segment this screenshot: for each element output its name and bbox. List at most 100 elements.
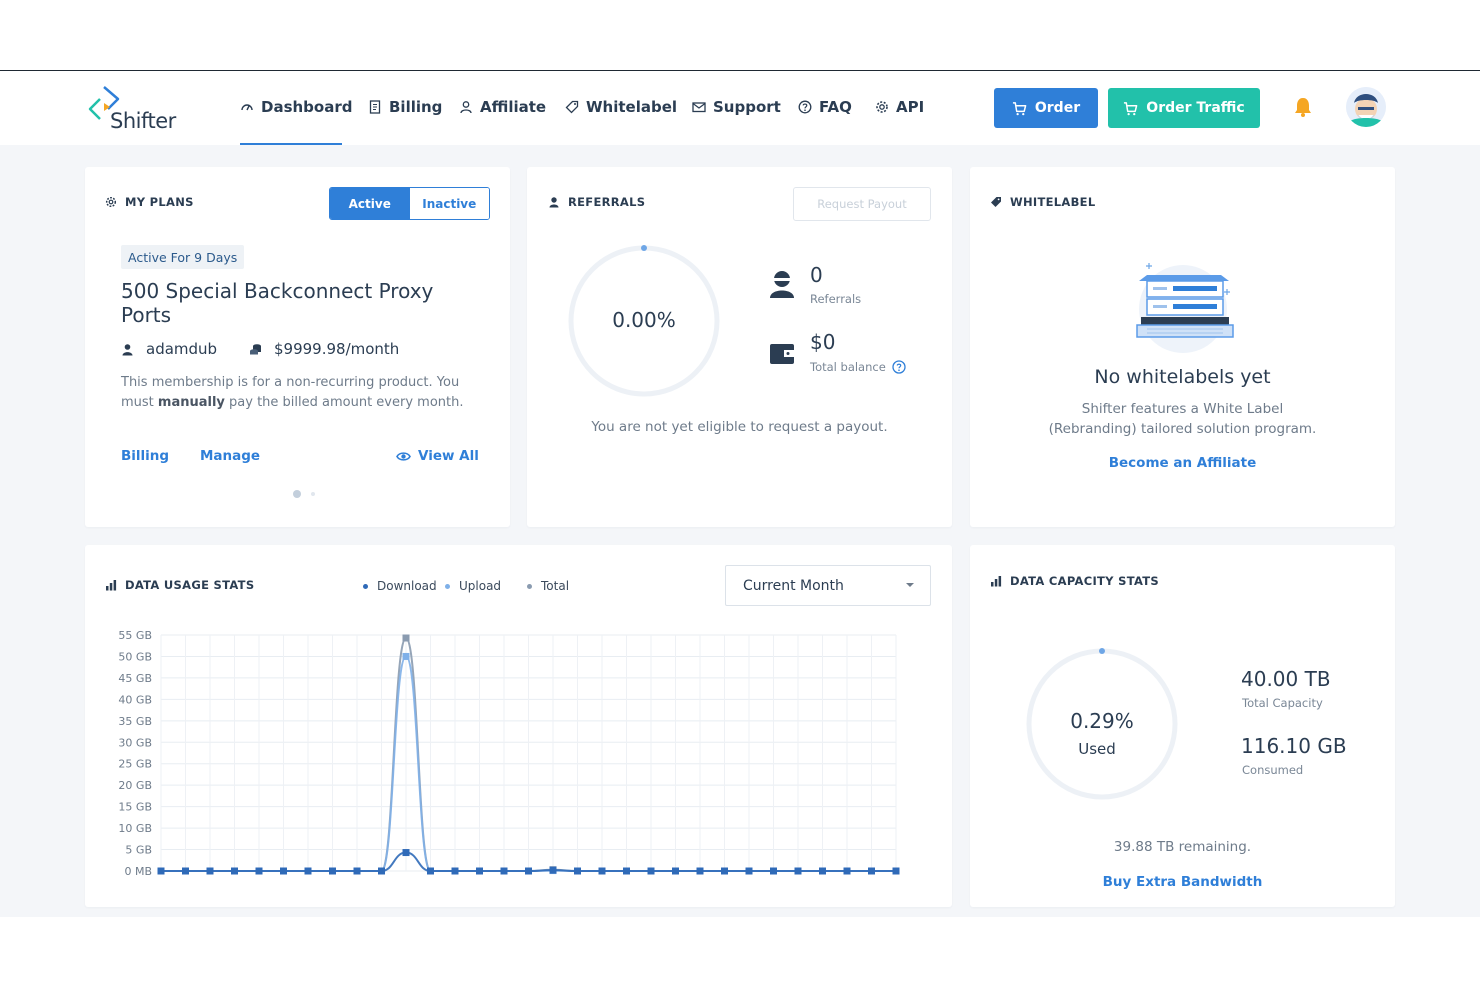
user-icon <box>122 343 133 355</box>
logo[interactable]: Shifter <box>86 85 186 133</box>
consumed-value: 116.10 GB <box>1241 734 1347 758</box>
payout-note: You are not yet eligible to request a pa… <box>591 419 888 435</box>
data-point-download <box>231 867 238 875</box>
data-capacity-card: DATA CAPACITY STATS 0.29% Used 40.00 TB … <box>970 545 1395 907</box>
referrals-user-icon <box>770 271 794 298</box>
request-payout-button[interactable]: Request Payout <box>793 187 931 221</box>
coins-icon <box>250 343 261 354</box>
toggle-active[interactable]: Active <box>330 188 410 219</box>
nav-dashboard[interactable]: Dashboard <box>240 97 352 117</box>
data-point-download <box>598 867 606 875</box>
data-point-download <box>157 867 165 875</box>
nav-faq[interactable]: FAQ <box>798 97 852 117</box>
billing-icon <box>369 100 381 114</box>
nav-billing[interactable]: Billing <box>368 97 442 117</box>
referrals-title: REFERRALS <box>548 195 645 209</box>
dashboard-icon <box>241 104 253 111</box>
status-badge: Active For 9 Days <box>121 245 245 269</box>
data-usage-card: DATA USAGE STATS Download Upload Total C… <box>85 545 952 907</box>
ring-progress-marker <box>1099 648 1105 654</box>
data-point-download <box>549 866 557 874</box>
desc-part: pay the billed amount every month. <box>224 395 464 410</box>
tag-icon <box>991 197 1001 207</box>
balance-label-text: Total balance <box>810 360 886 374</box>
eye-icon <box>396 451 411 461</box>
data-point-download <box>647 867 655 875</box>
referrals-card: REFERRALS Request Payout 0.00% 0 Referra… <box>527 167 952 527</box>
plan-price: $9999.98/month <box>249 339 399 359</box>
data-point-download <box>451 867 459 875</box>
carousel-dot[interactable] <box>311 492 315 496</box>
data-point-download <box>525 867 532 875</box>
data-point-download <box>819 867 826 875</box>
y-tick-label: 50 GB <box>118 650 152 663</box>
total-balance: $0 <box>810 330 836 354</box>
nav-label: Billing <box>389 98 443 116</box>
data-point-download <box>378 867 385 875</box>
nav-label: Affiliate <box>480 98 547 116</box>
y-tick-label: 40 GB <box>118 693 152 706</box>
billing-link[interactable]: Billing <box>121 448 169 464</box>
total-capacity-label: Total Capacity <box>1242 696 1323 710</box>
plan-name: 500 Special Backconnect Proxy Ports <box>121 279 434 327</box>
plans-status-toggle: Active Inactive <box>329 187 490 220</box>
wallet-icon <box>770 344 794 364</box>
data-point-download <box>868 867 875 875</box>
referrals-count: 0 <box>810 263 823 287</box>
nav-api[interactable]: API <box>875 97 924 117</box>
manage-link[interactable]: Manage <box>200 448 260 464</box>
consumed-label: Consumed <box>1242 763 1304 777</box>
y-tick-label: 55 GB <box>118 629 152 642</box>
nav-label: Whitelabel <box>586 98 678 116</box>
buy-bandwidth-link[interactable]: Buy Extra Bandwidth <box>970 874 1395 890</box>
whitelabel-title-text: WHITELABEL <box>1010 195 1096 209</box>
empty-title: No whitelabels yet <box>1094 366 1271 388</box>
help-icon[interactable] <box>892 360 906 374</box>
data-capacity-title: DATA CAPACITY STATS <box>990 574 1159 588</box>
empty-server-illustration <box>1136 263 1234 353</box>
data-capacity-title-text: DATA CAPACITY STATS <box>1010 574 1159 588</box>
nav-whitelabel[interactable]: Whitelabel <box>565 97 677 117</box>
data-point-total <box>402 634 410 642</box>
data-point-download <box>696 867 704 875</box>
data-point-download <box>770 867 777 875</box>
bell-icon[interactable] <box>1292 96 1314 118</box>
data-point-upload <box>402 652 410 660</box>
view-all-link[interactable]: View All <box>396 448 479 464</box>
my-plans-card: MY PLANS Active Inactive Active For 9 Da… <box>85 167 510 527</box>
order-traffic-button[interactable]: Order Traffic <box>1108 88 1260 128</box>
nav-label: Dashboard <box>261 98 353 116</box>
data-point-download <box>206 867 214 875</box>
y-tick-label: 45 GB <box>118 672 152 685</box>
data-point-download <box>500 867 508 875</box>
order-button[interactable]: Order <box>994 88 1098 128</box>
data-point-download <box>892 867 900 875</box>
username-text: adamdub <box>146 340 218 358</box>
nav-label: API <box>896 98 925 116</box>
question-icon <box>798 100 812 114</box>
tag-icon <box>565 100 579 114</box>
data-point-download <box>353 867 361 875</box>
y-tick-label: 10 GB <box>118 822 152 835</box>
desc-line: Shifter features a White Label <box>1081 401 1284 417</box>
toggle-inactive[interactable]: Inactive <box>409 188 489 219</box>
nav-support[interactable]: Support <box>692 97 781 117</box>
y-tick-label: 20 GB <box>118 779 152 792</box>
data-point-download <box>280 867 287 875</box>
whitelabel-title: WHITELABEL <box>990 195 1095 209</box>
referral-percent: 0.00% <box>612 308 676 332</box>
data-point-download <box>574 867 581 875</box>
y-tick-label: 25 GB <box>118 758 152 771</box>
cart-icon <box>1124 101 1138 115</box>
bottom-whitespace <box>0 917 1480 987</box>
ring-progress-marker <box>641 245 647 251</box>
avatar-image-icon <box>1346 87 1386 127</box>
nav-affiliate[interactable]: Affiliate <box>459 97 546 117</box>
avatar[interactable] <box>1346 87 1386 127</box>
y-tick-label: 30 GB <box>118 736 152 749</box>
become-affiliate-link[interactable]: Become an Affiliate <box>970 455 1395 471</box>
carousel-dot-active[interactable] <box>293 490 301 498</box>
gear-icon <box>876 101 888 113</box>
total-balance-label: Total balance <box>810 360 906 374</box>
mail-icon <box>692 102 706 113</box>
